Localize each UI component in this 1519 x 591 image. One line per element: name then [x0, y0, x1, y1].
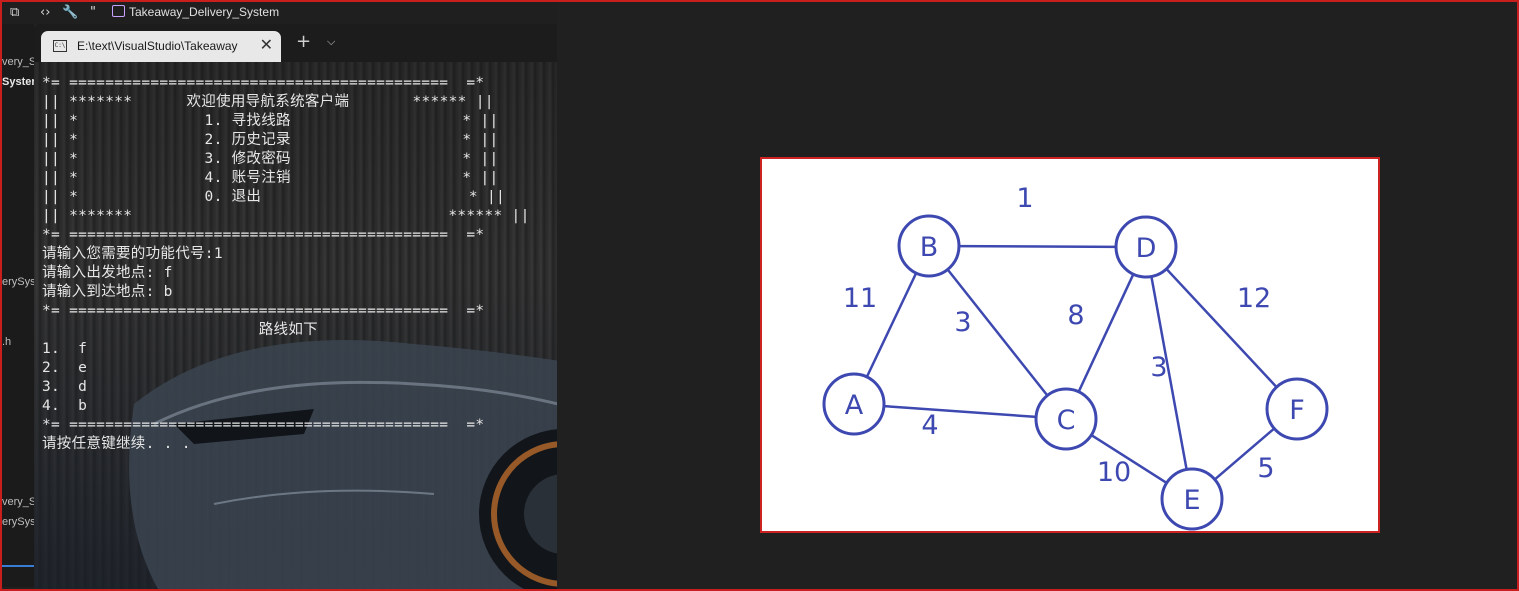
explorer-item[interactable]: erySys: [2, 276, 34, 288]
edge-weight-label: 5: [1257, 453, 1274, 484]
console-line: *= =====================================…: [42, 75, 485, 91]
explorer-item[interactable]: Syster: [2, 76, 34, 88]
console-output[interactable]: *= =====================================…: [42, 74, 530, 454]
console-line: 路线如下: [42, 322, 318, 338]
edge-weight-label: 3: [954, 307, 971, 338]
chevron-down-icon[interactable]: ⌵: [327, 35, 335, 49]
terminal-tab-title: E:\text\VisualStudio\Takeaway: [77, 39, 238, 53]
console-line: 4. b: [42, 398, 88, 414]
console-line: 请按任意键继续. . .: [42, 436, 191, 452]
explorer-item[interactable]: very_S: [2, 56, 34, 68]
ide-project-title-text: Takeaway_Delivery_System: [129, 5, 280, 19]
console-line: 请输入出发地点: f: [42, 265, 173, 281]
edge-weight-label: 3: [1150, 352, 1167, 383]
node-label: D: [1136, 233, 1157, 264]
edge-weight-label: 8: [1067, 300, 1084, 331]
console-line: 请输入您需要的功能代号:1: [42, 246, 223, 262]
wrench-icon[interactable]: 🔧: [62, 5, 78, 20]
console-line: *= =====================================…: [42, 417, 485, 433]
quote-icon: ": [90, 5, 96, 20]
window-restore-icon[interactable]: ⧉: [10, 5, 19, 20]
console-line: || * 4. 账号注销 * ||: [42, 170, 499, 186]
edge-weight-label: 1: [1016, 183, 1033, 214]
console-line: || ******* ****** ||: [42, 208, 530, 224]
scroll-indicator: [2, 565, 34, 567]
node-label: E: [1183, 485, 1200, 516]
graph-edge-B-D: [958, 244, 1117, 249]
console-line: || * 2. 历史记录 * ||: [42, 132, 499, 148]
new-tab-icon[interactable]: +: [296, 31, 311, 52]
terminal-window[interactable]: C:\ E:\text\VisualStudio\Takeaway ✕ + ⌵ …: [34, 24, 557, 589]
console-line: *= =====================================…: [42, 227, 485, 243]
ide-toolbar: ⧉ ‹› 🔧 " Takeaway_Delivery_System: [2, 2, 557, 24]
project-icon: [112, 5, 125, 17]
edge-weight-label: 10: [1097, 457, 1131, 488]
console-line: || ******* 欢迎使用导航系统客户端 ****** ||: [42, 94, 494, 110]
explorer-item[interactable]: very_S: [2, 496, 34, 508]
edge-weight-label: 12: [1237, 283, 1271, 314]
console-line: 1. f: [42, 341, 88, 357]
edge-weight-label: 4: [921, 410, 938, 441]
node-label: F: [1289, 395, 1305, 426]
console-line: || * 1. 寻找线路 * ||: [42, 113, 499, 129]
console-icon: C:\: [53, 40, 67, 52]
console-line: || * 0. 退出 * ||: [42, 189, 506, 205]
graph-edge-C-D: [1077, 273, 1135, 393]
console-line: 请输入到达地点: b: [42, 284, 173, 300]
node-label: A: [845, 390, 864, 421]
explorer-item[interactable]: erySys: [2, 516, 34, 528]
explorer-item[interactable]: .h: [2, 336, 11, 348]
node-label: C: [1057, 405, 1076, 436]
terminal-tab-bar: C:\ E:\text\VisualStudio\Takeaway ✕ + ⌵: [34, 24, 557, 62]
ide-solution-explorer: very_S Syster erySys .h very_S erySys: [2, 24, 34, 587]
edge-weight-label: 11: [843, 283, 877, 314]
code-icon[interactable]: ‹›: [40, 5, 50, 20]
console-line: 3. d: [42, 379, 88, 395]
console-line: || * 3. 修改密码 * ||: [42, 151, 499, 167]
ide-project-title: Takeaway_Delivery_System: [112, 5, 279, 19]
graph-diagram-image: 1 11 3 8 12 3 4 10 5 A B C D E F: [760, 157, 1380, 533]
graph-edge-A-C: [883, 404, 1037, 419]
terminal-tab[interactable]: C:\ E:\text\VisualStudio\Takeaway ✕: [41, 31, 281, 62]
node-label: B: [920, 232, 939, 263]
close-tab-icon[interactable]: ✕: [260, 35, 273, 54]
console-line: *= =====================================…: [42, 303, 485, 319]
graph-diagram: 1113 8123410 5ABCDEF: [822, 183, 1329, 531]
console-line: 2. e: [42, 360, 88, 376]
